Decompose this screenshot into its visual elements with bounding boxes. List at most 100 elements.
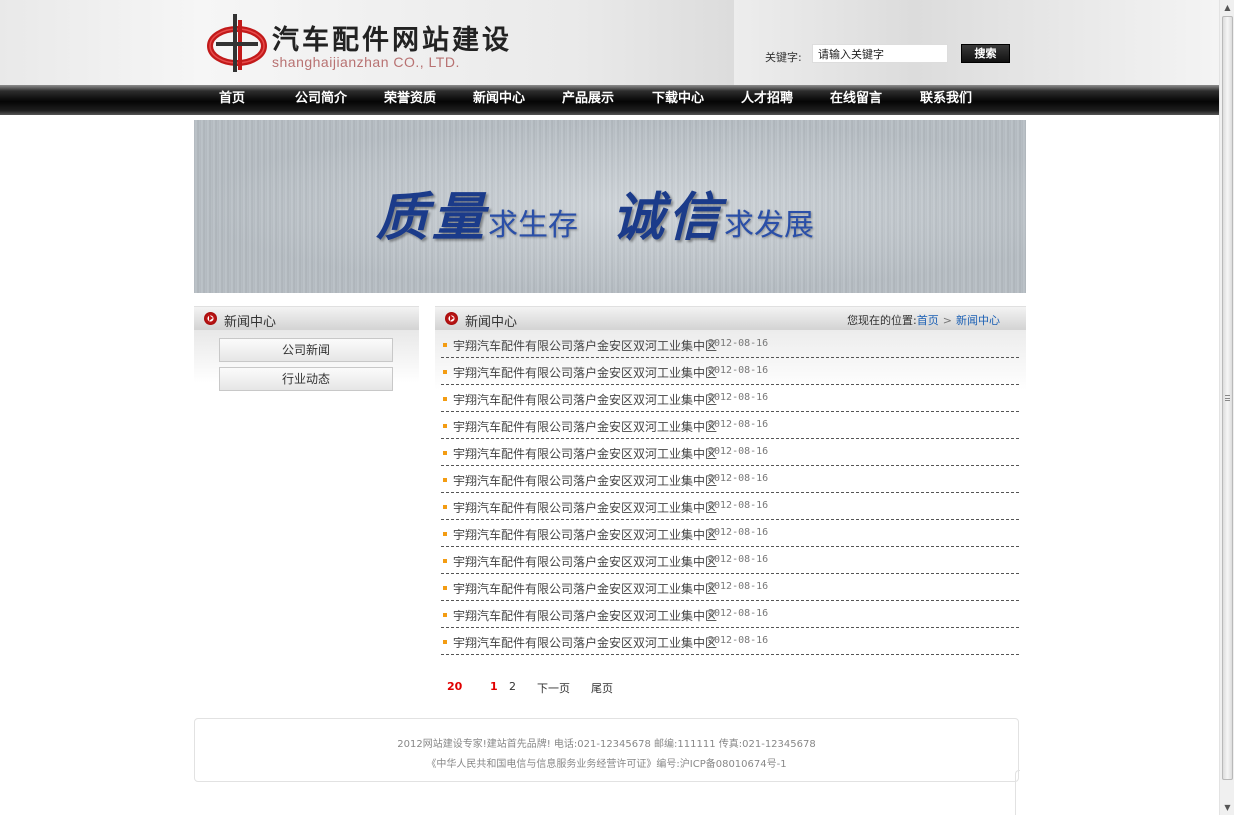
news-title-link[interactable]: 宇翔汽车配件有限公司落户金安区双河工业集中区 bbox=[453, 526, 717, 543]
scroll-up-icon[interactable]: ▲ bbox=[1220, 0, 1234, 15]
news-date: 2012-08-16 bbox=[708, 527, 769, 538]
bullet-icon bbox=[443, 370, 447, 374]
bullet-icon bbox=[443, 343, 447, 347]
footer-contact: 2012网站建设专家!建站首先品牌! 电话:021-12345678 邮编:11… bbox=[397, 739, 816, 750]
logo[interactable]: 汽车配件网站建设 shanghaijianzhan CO., LTD. bbox=[194, 0, 734, 85]
site-footer: 2012网站建设专家!建站首先品牌! 电话:021-12345678 邮编:11… bbox=[194, 718, 1019, 782]
breadcrumb-separator: > bbox=[942, 314, 952, 327]
list-item: 宇翔汽车配件有限公司落户金安区双河工业集中区 2012-08-16 bbox=[441, 412, 1019, 439]
news-title-link[interactable]: 宇翔汽车配件有限公司落户金安区双河工业集中区 bbox=[453, 553, 717, 570]
bullet-icon bbox=[443, 559, 447, 563]
list-item: 宇翔汽车配件有限公司落户金安区双河工业集中区 2012-08-16 bbox=[441, 520, 1019, 547]
main-title: 新闻中心 bbox=[465, 315, 518, 330]
list-item: 宇翔汽车配件有限公司落户金安区双河工业集中区 2012-08-16 bbox=[441, 574, 1019, 601]
list-item: 宇翔汽车配件有限公司落户金安区双河工业集中区 2012-08-16 bbox=[441, 628, 1019, 655]
list-item: 宇翔汽车配件有限公司落户金安区双河工业集中区 2012-08-16 bbox=[441, 601, 1019, 628]
sidebar-item-industry-news[interactable]: 行业动态 bbox=[219, 367, 393, 391]
nav-item-guestbook[interactable]: 在线留言 bbox=[830, 85, 882, 115]
slogan-integrity: 诚信求发展 bbox=[612, 175, 814, 250]
pagination-next[interactable]: 下一页 bbox=[537, 680, 570, 696]
sidebar-body: 公司新闻 行业动态 bbox=[194, 330, 419, 405]
bullet-icon bbox=[443, 532, 447, 536]
news-date: 2012-08-16 bbox=[708, 635, 769, 646]
news-date: 2012-08-16 bbox=[708, 365, 769, 376]
bullet-icon bbox=[443, 451, 447, 455]
list-item: 宇翔汽车配件有限公司落户金安区双河工业集中区 2012-08-16 bbox=[441, 439, 1019, 466]
sidebar-title: 新闻中心 bbox=[224, 315, 277, 330]
breadcrumb-home-link[interactable]: 首页 bbox=[917, 314, 939, 327]
bullet-icon bbox=[443, 613, 447, 617]
breadcrumb-prefix: 您现在的位置: bbox=[847, 314, 917, 327]
grip-icon bbox=[1225, 395, 1230, 401]
news-title-link[interactable]: 宇翔汽车配件有限公司落户金安区双河工业集中区 bbox=[453, 472, 717, 489]
nav-item-jobs[interactable]: 人才招聘 bbox=[741, 85, 793, 115]
search-button[interactable]: 搜索 bbox=[961, 44, 1010, 63]
news-date: 2012-08-16 bbox=[708, 392, 769, 403]
main-header: 新闻中心 您现在的位置:首页 > 新闻中心 bbox=[435, 306, 1026, 330]
scroll-down-icon[interactable]: ▼ bbox=[1220, 800, 1234, 815]
list-item: 宇翔汽车配件有限公司落户金安区双河工业集中区 2012-08-16 bbox=[441, 385, 1019, 412]
slogan-quality-small: 求生存 bbox=[488, 208, 579, 243]
news-date: 2012-08-16 bbox=[708, 338, 769, 349]
news-title-link[interactable]: 宇翔汽车配件有限公司落户金安区双河工业集中区 bbox=[453, 634, 717, 651]
arrow-circle-icon bbox=[445, 312, 458, 325]
logo-title: 汽车配件网站建设 bbox=[272, 25, 512, 56]
sidebar-item-company-news[interactable]: 公司新闻 bbox=[219, 338, 393, 362]
news-title-link[interactable]: 宇翔汽车配件有限公司落户金安区双河工业集中区 bbox=[453, 499, 717, 516]
nav-item-products[interactable]: 产品展示 bbox=[562, 85, 614, 115]
news-list: 宇翔汽车配件有限公司落户金安区双河工业集中区 2012-08-16 宇翔汽车配件有… bbox=[441, 331, 1019, 655]
news-title-link[interactable]: 宇翔汽车配件有限公司落户金安区双河工业集中区 bbox=[453, 391, 717, 408]
news-title-link[interactable]: 宇翔汽车配件有限公司落户金安区双河工业集中区 bbox=[453, 337, 717, 354]
nav-item-about[interactable]: 公司简介 bbox=[295, 85, 347, 115]
nav-item-downloads[interactable]: 下载中心 bbox=[652, 85, 704, 115]
news-date: 2012-08-16 bbox=[708, 581, 769, 592]
news-title-link[interactable]: 宇翔汽车配件有限公司落户金安区双河工业集中区 bbox=[453, 580, 717, 597]
header-inner: 汽车配件网站建设 shanghaijianzhan CO., LTD. 关键字:… bbox=[194, 0, 1026, 85]
scrollbar[interactable]: ▲ ▼ bbox=[1219, 0, 1234, 815]
news-date: 2012-08-16 bbox=[708, 554, 769, 565]
bullet-icon bbox=[443, 397, 447, 401]
footer-divider bbox=[1015, 770, 1020, 815]
bullet-icon bbox=[443, 640, 447, 644]
list-item: 宇翔汽车配件有限公司落户金安区双河工业集中区 2012-08-16 bbox=[441, 358, 1019, 385]
nav-item-home[interactable]: 首页 bbox=[219, 85, 245, 115]
arrow-circle-icon bbox=[204, 312, 217, 325]
news-date: 2012-08-16 bbox=[708, 473, 769, 484]
main-nav: 首页 公司简介 荣誉资质 新闻中心 产品展示 下载中心 人才招聘 在线留言 联系… bbox=[0, 85, 1219, 115]
list-item: 宇翔汽车配件有限公司落户金安区双河工业集中区 2012-08-16 bbox=[441, 547, 1019, 574]
nav-item-contact[interactable]: 联系我们 bbox=[920, 85, 972, 115]
site-header: 汽车配件网站建设 shanghaijianzhan CO., LTD. 关键字:… bbox=[0, 0, 1219, 85]
news-title-link[interactable]: 宇翔汽车配件有限公司落户金安区双河工业集中区 bbox=[453, 445, 717, 462]
list-item: 宇翔汽车配件有限公司落户金安区双河工业集中区 2012-08-16 bbox=[441, 331, 1019, 358]
breadcrumb-current-link[interactable]: 新闻中心 bbox=[956, 314, 1000, 327]
search-input[interactable] bbox=[812, 44, 948, 63]
pagination-page-2[interactable]: 2 bbox=[509, 680, 516, 693]
slogan-quality-big: 质量 bbox=[376, 187, 489, 248]
pagination-last[interactable]: 尾页 bbox=[591, 680, 613, 696]
breadcrumb: 您现在的位置:首页 > 新闻中心 bbox=[847, 312, 1000, 328]
pagination-current-page: 1 bbox=[490, 680, 498, 693]
nav-item-honors[interactable]: 荣誉资质 bbox=[384, 85, 436, 115]
news-title-link[interactable]: 宇翔汽车配件有限公司落户金安区双河工业集中区 bbox=[453, 607, 717, 624]
banner-shade bbox=[194, 120, 1026, 293]
logo-subtitle: shanghaijianzhan CO., LTD. bbox=[272, 54, 460, 70]
news-date: 2012-08-16 bbox=[708, 500, 769, 511]
bullet-icon bbox=[443, 586, 447, 590]
news-date: 2012-08-16 bbox=[708, 419, 769, 430]
slogan-quality: 质量求生存 bbox=[376, 175, 578, 250]
search-label: 关键字: bbox=[765, 51, 802, 64]
scrollbar-thumb[interactable] bbox=[1222, 16, 1233, 780]
slogan-integrity-big: 诚信 bbox=[612, 187, 725, 248]
news-date: 2012-08-16 bbox=[708, 608, 769, 619]
banner: 质量求生存 诚信求发展 bbox=[194, 120, 1026, 293]
news-date: 2012-08-16 bbox=[708, 446, 769, 457]
nav-item-news[interactable]: 新闻中心 bbox=[473, 85, 525, 115]
slogan-integrity-small: 求发展 bbox=[724, 208, 815, 243]
bullet-icon bbox=[443, 505, 447, 509]
pagination-total: 20 bbox=[447, 680, 463, 693]
logo-emblem-icon bbox=[207, 14, 267, 72]
news-title-link[interactable]: 宇翔汽车配件有限公司落户金安区双河工业集中区 bbox=[453, 418, 717, 435]
news-title-link[interactable]: 宇翔汽车配件有限公司落户金安区双河工业集中区 bbox=[453, 364, 717, 381]
list-item: 宇翔汽车配件有限公司落户金安区双河工业集中区 2012-08-16 bbox=[441, 466, 1019, 493]
list-item: 宇翔汽车配件有限公司落户金安区双河工业集中区 2012-08-16 bbox=[441, 493, 1019, 520]
